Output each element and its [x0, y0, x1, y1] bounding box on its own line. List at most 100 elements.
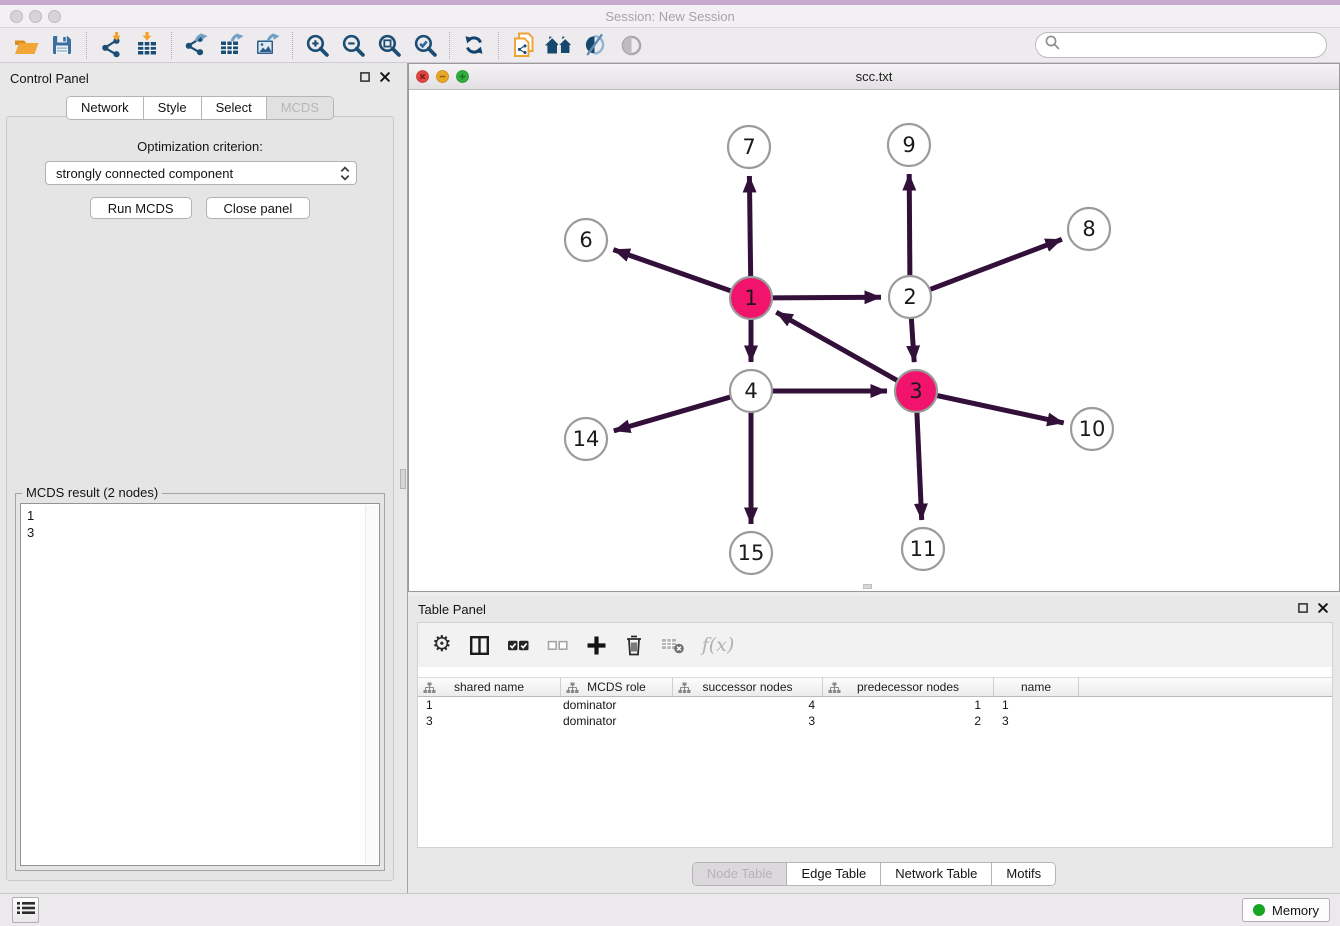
tab-network-table[interactable]: Network Table — [880, 863, 991, 885]
graph-node-1[interactable]: 1 — [730, 277, 772, 319]
memory-label: Memory — [1272, 903, 1319, 918]
create-column-icon[interactable] — [586, 635, 607, 656]
graph-node-10[interactable]: 10 — [1071, 408, 1113, 450]
table-toolbar: ⚙ f(x) — [418, 623, 1332, 667]
run-mcds-button[interactable]: Run MCDS — [90, 197, 192, 219]
table-panel-tabs: Node TableEdge TableNetwork TableMotifs — [692, 862, 1056, 886]
network-window-titlebar[interactable]: scc.txt — [409, 64, 1339, 90]
tab-edge-table[interactable]: Edge Table — [786, 863, 880, 885]
tab-select[interactable]: Select — [201, 97, 266, 119]
select-all-columns-icon[interactable] — [507, 635, 530, 656]
zoom-selected-icon[interactable] — [407, 30, 443, 61]
criterion-select[interactable]: strongly connected component — [45, 161, 357, 185]
graph-edge-1-6[interactable] — [613, 250, 733, 292]
titlebar: Session: New Session — [0, 5, 1340, 28]
main-toolbar — [0, 28, 1340, 63]
toolbar-separator — [292, 32, 293, 59]
import-table-icon[interactable] — [129, 30, 165, 61]
close-panel-icon[interactable] — [380, 72, 390, 82]
hide-graphics-details-icon[interactable] — [577, 30, 613, 61]
column-header-MCDS-role[interactable]: MCDS role — [561, 678, 673, 696]
export-network-icon[interactable] — [178, 30, 214, 61]
svg-text:9: 9 — [902, 133, 915, 157]
column-header-name[interactable]: name — [994, 678, 1079, 696]
close-panel-button[interactable]: Close panel — [206, 197, 311, 219]
close-panel-icon[interactable] — [1318, 603, 1328, 613]
result-scrollbar[interactable] — [365, 505, 378, 864]
import-network-icon[interactable] — [93, 30, 129, 61]
mcds-result-textarea[interactable]: 13 — [20, 503, 380, 866]
list-icon — [17, 901, 35, 920]
graph-edge-1-7[interactable] — [749, 176, 750, 279]
graph-node-4[interactable]: 4 — [730, 370, 772, 412]
delete-table-icon[interactable] — [661, 635, 685, 655]
tab-network[interactable]: Network — [67, 97, 143, 119]
network-view-window: scc.txt 1 2 3 4 6 7 8 9 10 11 14 15 — [408, 63, 1340, 592]
vertical-splitter[interactable] — [400, 63, 408, 893]
function-builder-icon[interactable]: f(x) — [702, 634, 735, 656]
delete-columns-icon[interactable] — [624, 634, 644, 656]
graph-edge-2-9[interactable] — [909, 174, 910, 278]
toolbar-icons — [8, 30, 649, 61]
unselect-all-columns-icon[interactable] — [547, 635, 569, 656]
tab-style[interactable]: Style — [143, 97, 201, 119]
show-column-icon[interactable] — [469, 635, 490, 656]
apply-layout-icon[interactable] — [456, 30, 492, 61]
graph-edge-3-1[interactable] — [776, 312, 899, 382]
graph-edge-1-2[interactable] — [770, 297, 881, 298]
save-session-icon[interactable] — [44, 30, 80, 61]
clone-network-icon[interactable] — [505, 30, 541, 61]
graph-node-7[interactable]: 7 — [728, 126, 770, 168]
table-row[interactable]: 3dominator323 — [418, 714, 1332, 730]
graph-node-11[interactable]: 11 — [902, 528, 944, 570]
graph-edge-4-14[interactable] — [614, 396, 733, 431]
graph-node-6[interactable]: 6 — [565, 219, 607, 261]
graph-edge-2-3[interactable] — [911, 316, 914, 362]
home-icon[interactable] — [541, 30, 577, 61]
graph-node-8[interactable]: 8 — [1068, 208, 1110, 250]
search-box[interactable] — [1035, 32, 1327, 58]
mcds-result-group: MCDS result (2 nodes) 13 — [15, 493, 385, 871]
column-header-successor-nodes[interactable]: successor nodes — [673, 678, 823, 696]
open-session-icon[interactable] — [8, 30, 44, 61]
node-table: ⚙ f(x) shared nameMCDS rolesuccessor node… — [417, 622, 1333, 848]
svg-text:6: 6 — [579, 228, 592, 252]
tab-mcds[interactable]: MCDS — [266, 97, 333, 119]
zoom-fit-icon[interactable] — [371, 30, 407, 61]
export-table-icon[interactable] — [214, 30, 250, 61]
show-panels-menu-button[interactable] — [12, 897, 39, 923]
canvas-resize-grip[interactable] — [863, 584, 872, 589]
graph-node-14[interactable]: 14 — [565, 418, 607, 460]
cell-shared-name: 3 — [418, 714, 561, 730]
graph-node-9[interactable]: 9 — [888, 124, 930, 166]
table-row[interactable]: 1dominator411 — [418, 698, 1332, 714]
network-canvas[interactable]: 1 2 3 4 6 7 8 9 10 11 14 15 — [409, 91, 1339, 591]
tab-motifs[interactable]: Motifs — [991, 863, 1055, 885]
splitter-grip[interactable] — [400, 469, 406, 489]
birds-eye-icon[interactable] — [613, 30, 649, 61]
cell-predecessor-nodes: 2 — [823, 714, 994, 730]
tab-node-table[interactable]: Node Table — [693, 863, 787, 885]
mcds-result-title: MCDS result (2 nodes) — [22, 485, 162, 500]
export-image-icon[interactable] — [250, 30, 286, 61]
graph-node-2[interactable]: 2 — [889, 276, 931, 318]
table-header-row: shared nameMCDS rolesuccessor nodesprede… — [418, 677, 1332, 697]
column-header-shared-name[interactable]: shared name — [418, 678, 561, 696]
graph-node-3[interactable]: 3 — [895, 370, 937, 412]
float-panel-icon[interactable] — [360, 72, 370, 82]
column-header-predecessor-nodes[interactable]: predecessor nodes — [823, 678, 994, 696]
graph-edge-3-10[interactable] — [935, 395, 1064, 423]
graph-edge-3-11[interactable] — [917, 410, 922, 520]
zoom-out-icon[interactable] — [335, 30, 371, 61]
search-input[interactable] — [1066, 38, 1317, 53]
zoom-in-icon[interactable] — [299, 30, 335, 61]
table-options-icon[interactable]: ⚙ — [432, 634, 452, 656]
graph-edge-2-8[interactable] — [928, 239, 1062, 290]
float-panel-icon[interactable] — [1298, 603, 1308, 613]
criterion-value: strongly connected component — [56, 166, 233, 181]
network-graph[interactable]: 1 2 3 4 6 7 8 9 10 11 14 15 — [409, 91, 1339, 592]
svg-text:8: 8 — [1082, 217, 1095, 241]
memory-button[interactable]: Memory — [1242, 898, 1330, 922]
graph-node-15[interactable]: 15 — [730, 532, 772, 574]
window-title: Session: New Session — [0, 9, 1340, 24]
